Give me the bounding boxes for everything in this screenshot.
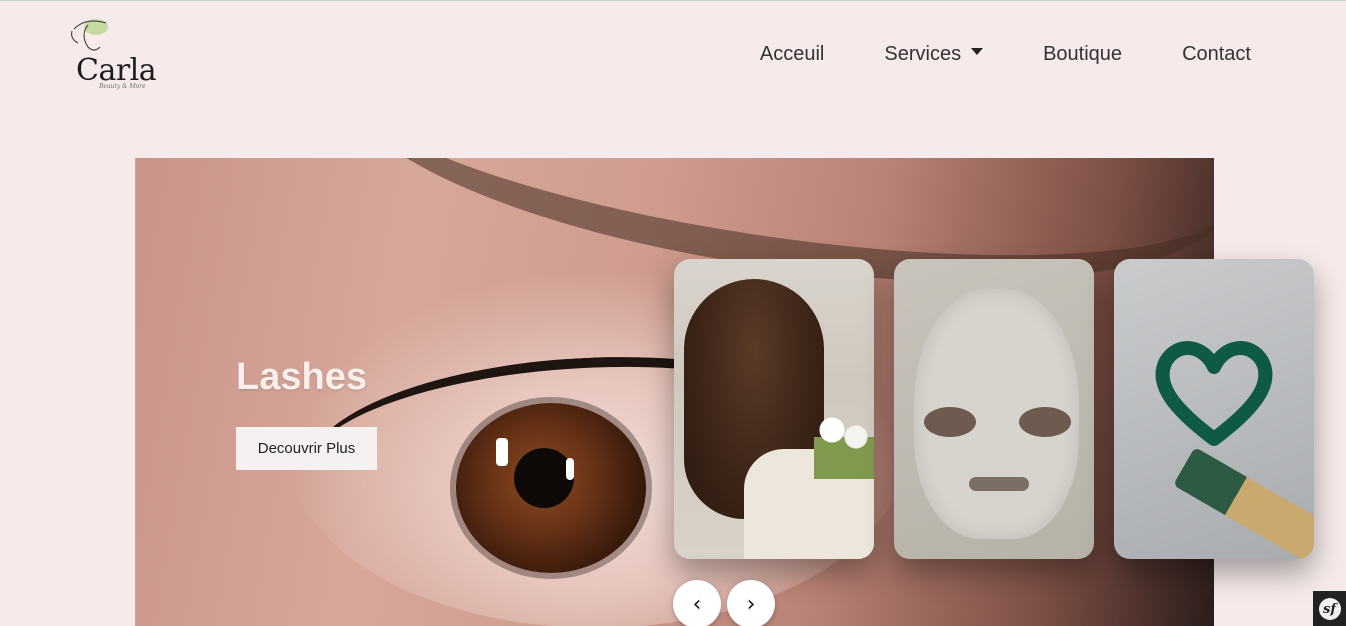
main-nav: Acceuil Services Boutique Contact bbox=[700, 43, 1251, 66]
nav-item-label: Services bbox=[884, 43, 962, 65]
hero-eye-glint bbox=[496, 438, 508, 466]
wax-heart-icon bbox=[1155, 341, 1273, 446]
hero-title: Lashes bbox=[236, 356, 367, 398]
face-mask-shape bbox=[914, 289, 1079, 539]
nav-item-label: Boutique bbox=[1043, 43, 1123, 65]
nav-item-contact[interactable]: Contact bbox=[1182, 43, 1251, 66]
face-mask-eye-hole bbox=[924, 407, 976, 437]
logo-woman-icon bbox=[71, 19, 108, 51]
symfony-toolbar-toggle[interactable]: sf bbox=[1313, 591, 1346, 626]
discover-more-button[interactable]: Decouvrir Plus bbox=[236, 427, 377, 470]
carousel-next-button[interactable]: › bbox=[727, 580, 775, 626]
symfony-icon: sf bbox=[1318, 598, 1341, 620]
chevron-right-icon: › bbox=[746, 591, 756, 617]
hero-eye-glint bbox=[566, 458, 574, 480]
nav-item-services[interactable]: Services bbox=[884, 43, 984, 66]
face-mask-eye-hole bbox=[1019, 407, 1071, 437]
chevron-left-icon: ‹ bbox=[692, 591, 702, 617]
carousel-card-wax[interactable] bbox=[1114, 259, 1314, 559]
carousel-card-face-mask[interactable] bbox=[894, 259, 1094, 559]
nav-item-boutique[interactable]: Boutique bbox=[1043, 43, 1122, 66]
face-mask-mouth-hole bbox=[969, 477, 1029, 491]
nav-item-label: Acceuil bbox=[759, 43, 825, 65]
logo-tagline: Beauty & More bbox=[99, 83, 146, 90]
logo[interactable]: Carla Beauty & More bbox=[66, 17, 158, 97]
hero-pupil-shape bbox=[514, 448, 574, 508]
carousel-prev-button[interactable]: ‹ bbox=[673, 580, 721, 626]
tulips-shape bbox=[814, 409, 874, 479]
carousel-card-hair[interactable] bbox=[674, 259, 874, 559]
nav-item-label: Contact bbox=[1182, 43, 1251, 65]
nav-item-acceuil[interactable]: Acceuil bbox=[760, 43, 824, 66]
caret-down-icon bbox=[971, 48, 984, 55]
